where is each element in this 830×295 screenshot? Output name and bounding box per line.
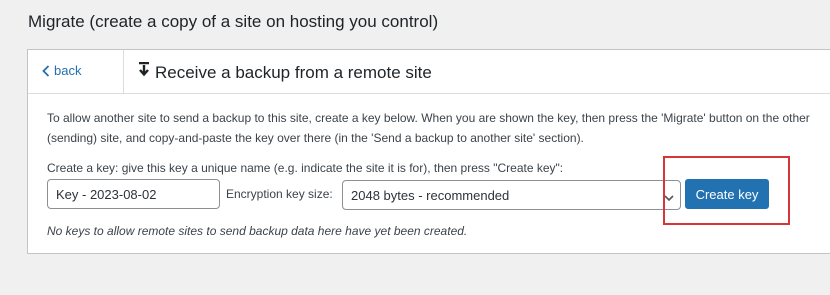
page-title: Migrate (create a copy of a site on host… [28, 12, 439, 31]
intro-text: To allow another site to send a backup t… [47, 111, 810, 145]
chevron-left-icon [42, 64, 50, 77]
encryption-size-select[interactable]: 2048 bytes - recommended [342, 180, 681, 210]
back-label: back [54, 63, 82, 78]
create-key-label: Create a key: give this key a unique nam… [47, 161, 564, 175]
encryption-size-value: 2048 bytes - recommended [351, 188, 510, 203]
no-keys-message: No keys to allow remote sites to send ba… [47, 224, 468, 238]
encryption-size-label: Encryption key size: [226, 187, 333, 201]
panel-title: Receive a backup from a remote site [137, 61, 432, 83]
panel-header: back Receive a backup from a remote site [28, 50, 830, 94]
key-name-input[interactable] [47, 179, 220, 209]
panel-title-text: Receive a backup from a remote site [155, 62, 432, 82]
annotation-highlight-box [663, 156, 790, 225]
back-link[interactable]: back [42, 63, 81, 78]
header-divider [123, 50, 124, 93]
download-arrow-icon [137, 61, 151, 83]
